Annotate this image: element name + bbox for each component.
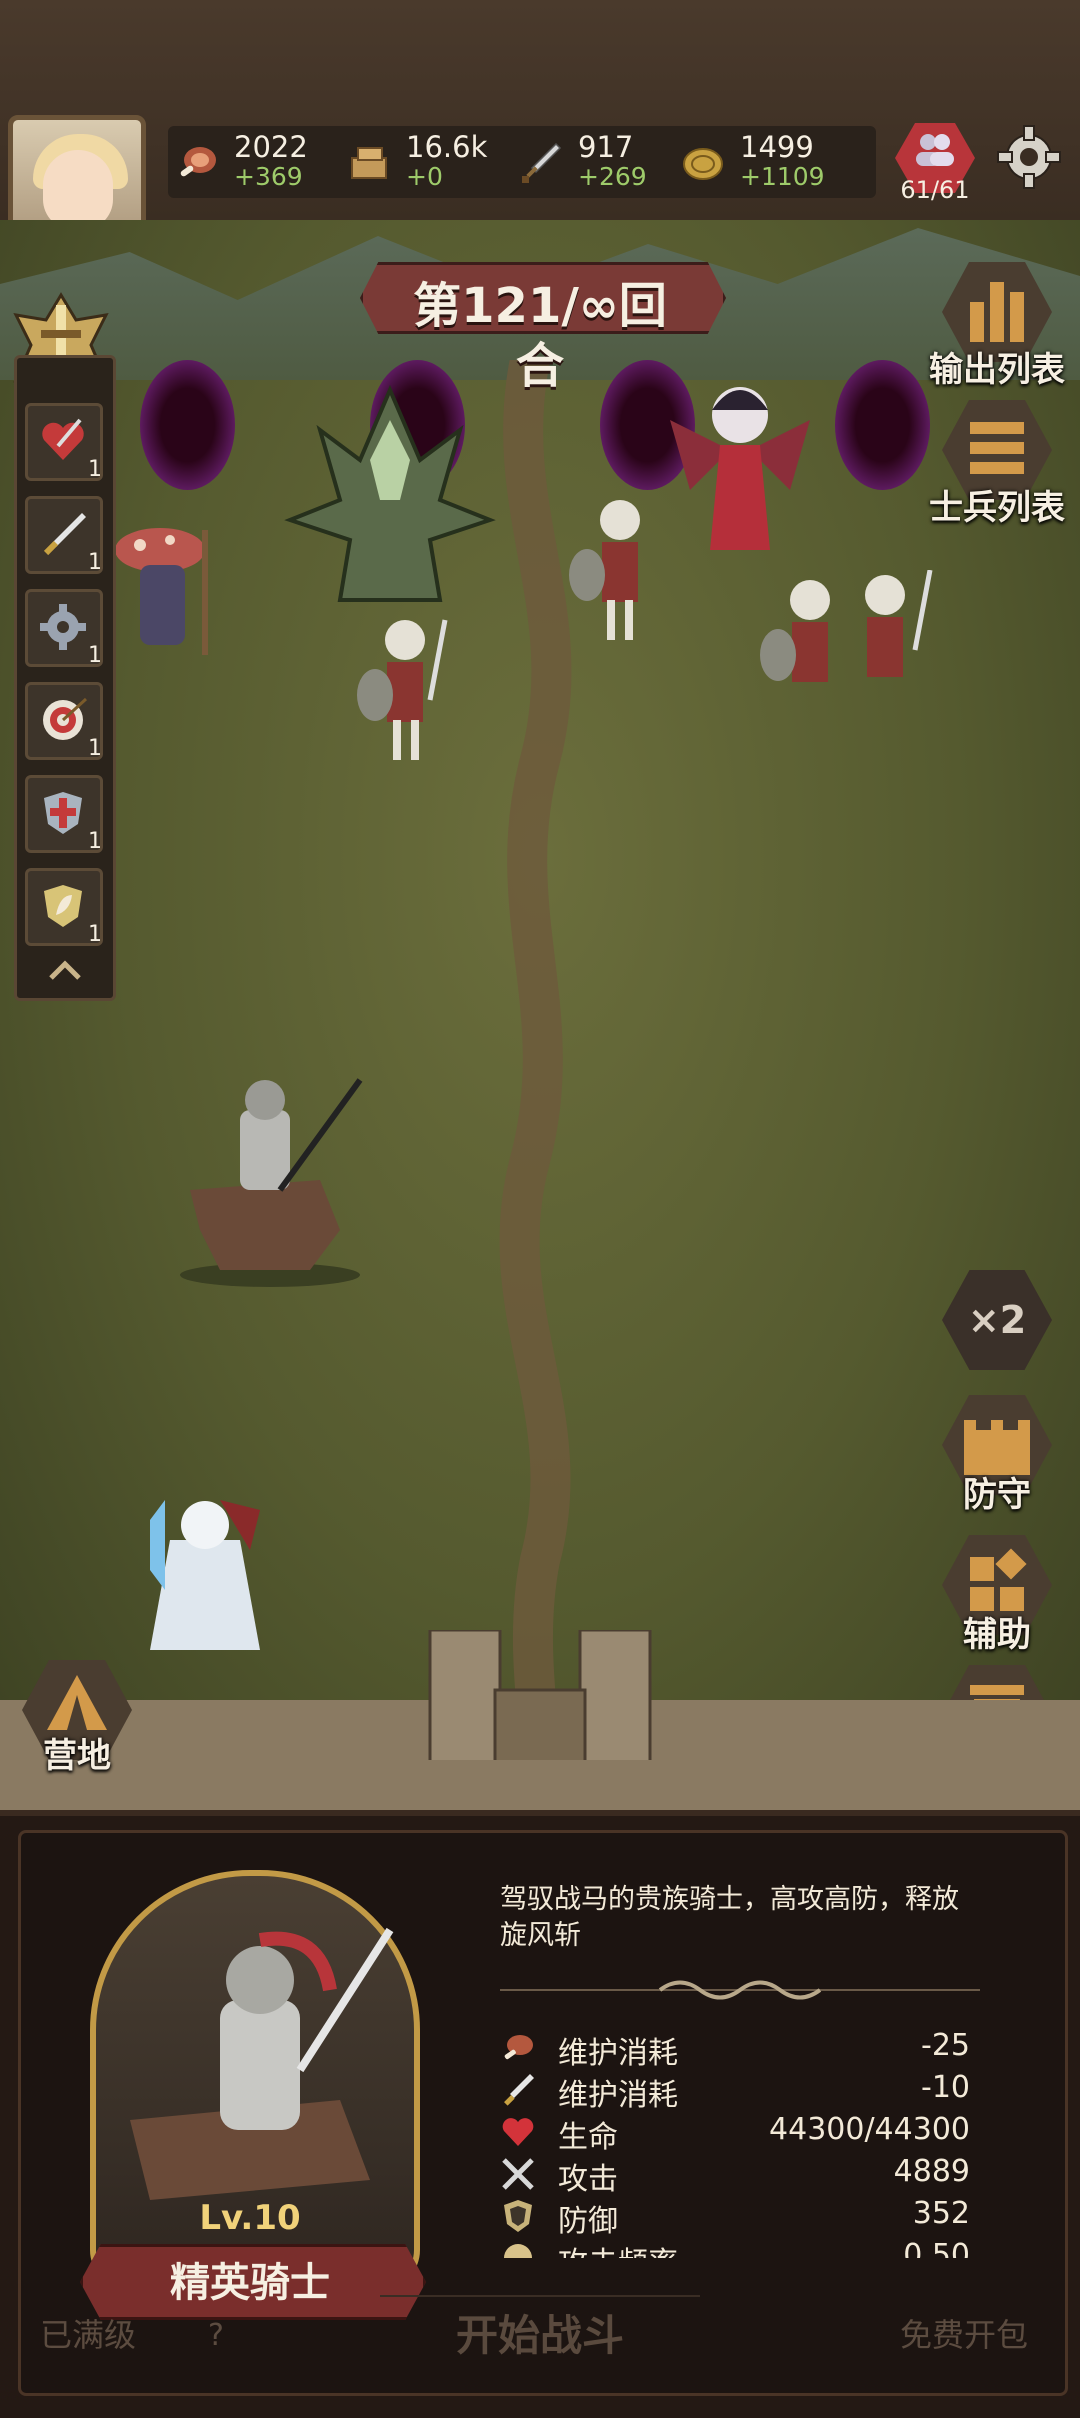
free-pack-button[interactable]: 免费开包	[900, 2310, 1028, 2356]
soldier-list-button[interactable]: 士兵列表	[929, 400, 1065, 528]
start-battle-button[interactable]: 开始战斗	[380, 2302, 700, 2363]
resource-wood: 16.6k +0	[346, 126, 516, 198]
heart-icon	[502, 2118, 534, 2146]
unit-stats-list[interactable]: 维护消耗 -25 维护消耗 -10 生命 44300/44300 攻击 4889…	[500, 2020, 980, 2258]
help-button[interactable]: ?	[208, 2318, 224, 2353]
skill-slot-heart-sword[interactable]: 1	[25, 403, 103, 482]
unit-level: Lv.10	[199, 2198, 301, 2238]
shield-leaf-icon	[44, 885, 82, 927]
assist-button[interactable]: 辅助	[942, 1535, 1052, 1655]
target-icon	[43, 697, 88, 740]
skill-slot-target[interactable]: 1	[25, 682, 103, 761]
skeleton-warrior-enemy[interactable]	[545, 490, 695, 650]
wood-icon	[351, 147, 387, 179]
gold-coin-icon	[683, 148, 723, 180]
meat-icon	[180, 147, 216, 177]
resource-gold: 1499 +1109	[680, 126, 870, 198]
unit-description: 驾驭战马的贵族骑士，高攻高防，释放旋风斩	[500, 1884, 959, 1951]
unit-portrait	[40, 1860, 470, 2310]
sword-icon	[43, 513, 86, 556]
round-counter-suffix: 合	[515, 338, 564, 394]
resource-bar: 2022 +369 16.6k +0 917 +269 1499 +1109	[168, 126, 876, 198]
treant-enemy[interactable]	[270, 370, 510, 610]
max-level-label: 已满级	[40, 2316, 137, 2354]
stat-attack: 攻击 4889	[500, 2152, 970, 2197]
skill-slot-shield-cross[interactable]: 1	[25, 775, 103, 854]
skill-slot-gear[interactable]: 1	[25, 589, 103, 668]
knight-portrait-icon	[130, 1927, 394, 2200]
population-button[interactable]: 61/61	[890, 118, 980, 208]
stat-attack-speed: 攻击频率 0.50	[500, 2236, 970, 2258]
shield-icon	[504, 2200, 532, 2232]
shield-cross-icon	[44, 792, 82, 834]
stat-upkeep-sword: 维护消耗 -10	[500, 2068, 970, 2113]
skill-column: 1 1 1 1 1 1	[14, 355, 116, 1001]
knight-cavalry-unit[interactable]	[170, 1070, 370, 1290]
population-count: 61/61	[900, 176, 970, 204]
resource-sword: 917 +269	[518, 126, 688, 198]
skill-slot-sword[interactable]: 1	[25, 496, 103, 575]
skill-slot-shield-leaf[interactable]: 1	[25, 868, 103, 947]
round-banner: 第121/∞回 合	[360, 262, 726, 394]
stat-upkeep-meat: 维护消耗 -25	[500, 2026, 970, 2071]
stat-health: 生命 44300/44300	[500, 2110, 970, 2155]
gear-icon	[40, 604, 86, 650]
heart-sword-icon	[42, 418, 84, 460]
mushroom-mage-enemy[interactable]	[110, 520, 220, 660]
unit-name: 精英骑士	[170, 2260, 330, 2306]
meat-icon	[504, 2035, 533, 2060]
sword-icon	[522, 142, 562, 183]
settings-gear-icon[interactable]	[994, 122, 1064, 192]
skeleton-warrior-enemy[interactable]	[345, 610, 475, 770]
ornament-divider	[500, 1980, 980, 2000]
skeleton-warrior-group-enemy[interactable]	[750, 570, 950, 730]
collapse-chevron-icon[interactable]	[45, 958, 85, 982]
speed-icon	[504, 2244, 532, 2258]
enemy-portal	[140, 360, 235, 490]
camp-button[interactable]: 营地	[22, 1660, 132, 1776]
battlefield	[0, 220, 1080, 1810]
sword-icon	[504, 2074, 534, 2106]
crossed-swords-icon	[502, 2158, 534, 2190]
output-list-button[interactable]: 输出列表	[929, 262, 1065, 390]
stat-defense: 防御 352	[500, 2194, 970, 2239]
resource-meat: 2022 +369	[174, 126, 344, 198]
speed-x2-button[interactable]: ×2	[942, 1270, 1052, 1380]
people-icon	[916, 134, 954, 166]
castle-gate	[0, 1630, 1080, 1760]
defense-button[interactable]: 防守	[942, 1395, 1052, 1515]
